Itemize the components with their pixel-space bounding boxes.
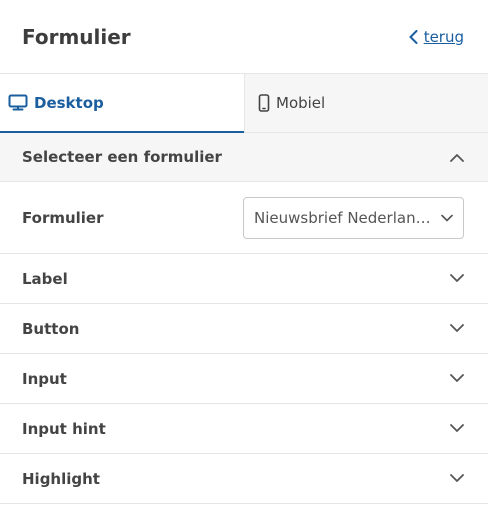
back-link[interactable]: terug <box>409 28 464 46</box>
chevron-left-icon <box>409 29 418 44</box>
chevron-up-icon <box>450 153 464 162</box>
form-select-value: Nieuwsbrief Nederland... <box>254 208 434 227</box>
chevron-down-icon <box>450 374 464 382</box>
section-input-hint-title: Input hint <box>22 419 106 438</box>
section-label-title: Label <box>22 269 68 288</box>
tab-desktop-label: Desktop <box>34 93 104 112</box>
section-input-title: Input <box>22 369 67 388</box>
section-label[interactable]: Label <box>0 254 488 304</box>
phone-icon <box>258 94 270 112</box>
form-select-dropdown[interactable]: Nieuwsbrief Nederland... <box>243 196 464 239</box>
form-settings-panel: Formulier terug Desktop Mobiel Selecteer… <box>0 0 488 512</box>
tab-mobiel-label: Mobiel <box>276 94 326 112</box>
chevron-down-icon <box>450 424 464 432</box>
section-highlight[interactable]: Highlight <box>0 454 488 504</box>
panel-header: Formulier terug <box>0 0 488 73</box>
chevron-down-icon <box>450 474 464 482</box>
section-input[interactable]: Input <box>0 354 488 404</box>
form-field-label: Formulier <box>22 208 104 227</box>
section-input-hint[interactable]: Input hint <box>0 404 488 454</box>
section-highlight-title: Highlight <box>22 469 100 488</box>
section-select-form-label: Selecteer een formulier <box>22 148 222 166</box>
chevron-down-icon <box>450 274 464 282</box>
tab-mobiel[interactable]: Mobiel <box>244 74 488 132</box>
tab-desktop[interactable]: Desktop <box>0 74 244 133</box>
monitor-icon <box>8 94 28 111</box>
section-button-title: Button <box>22 319 80 338</box>
chevron-down-icon <box>450 324 464 332</box>
form-field-row: Formulier Nieuwsbrief Nederland... <box>0 182 488 254</box>
device-tabs: Desktop Mobiel <box>0 73 488 133</box>
section-button[interactable]: Button <box>0 304 488 354</box>
back-link-label: terug <box>423 27 464 46</box>
page-title: Formulier <box>22 24 131 49</box>
section-select-form[interactable]: Selecteer een formulier <box>0 133 488 182</box>
chevron-down-icon <box>441 214 453 221</box>
